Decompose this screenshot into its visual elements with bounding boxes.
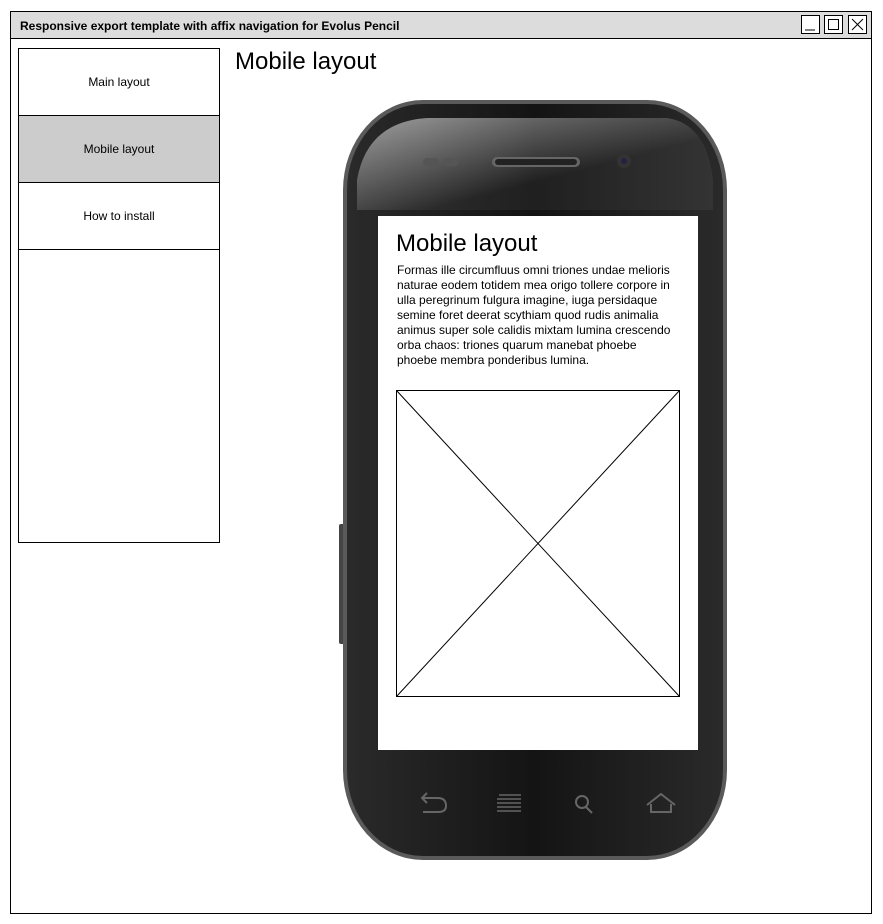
maximize-button[interactable] — [824, 15, 843, 34]
close-icon — [851, 18, 864, 31]
window-title: Responsive export template with affix na… — [20, 19, 400, 33]
affix-nav: Main layout Mobile layout How to install — [18, 48, 220, 543]
screen-title: Mobile layout — [396, 230, 538, 257]
close-button[interactable] — [848, 15, 867, 34]
app-window: Responsive export template with affix na… — [10, 11, 872, 914]
title-bar: Responsive export template with affix na… — [11, 12, 871, 39]
nav-item-label: Main layout — [88, 75, 150, 89]
phone-screen: Mobile layout Formas ille circumfluus om… — [378, 216, 698, 750]
nav-item-main-layout[interactable]: Main layout — [19, 49, 219, 116]
image-placeholder-icon — [396, 390, 680, 697]
minimize-icon — [805, 29, 815, 31]
maximize-icon — [828, 19, 839, 30]
nav-item-label: Mobile layout — [83, 142, 155, 156]
nav-item-mobile-layout[interactable]: Mobile layout — [19, 116, 219, 183]
nav-item-how-to-install[interactable]: How to install — [19, 183, 219, 250]
page-title: Mobile layout — [235, 48, 377, 75]
screen-body-text: Formas ille circumfluus omni triones und… — [397, 263, 671, 367]
minimize-button[interactable] — [801, 15, 820, 34]
nav-item-label: How to install — [83, 209, 155, 223]
